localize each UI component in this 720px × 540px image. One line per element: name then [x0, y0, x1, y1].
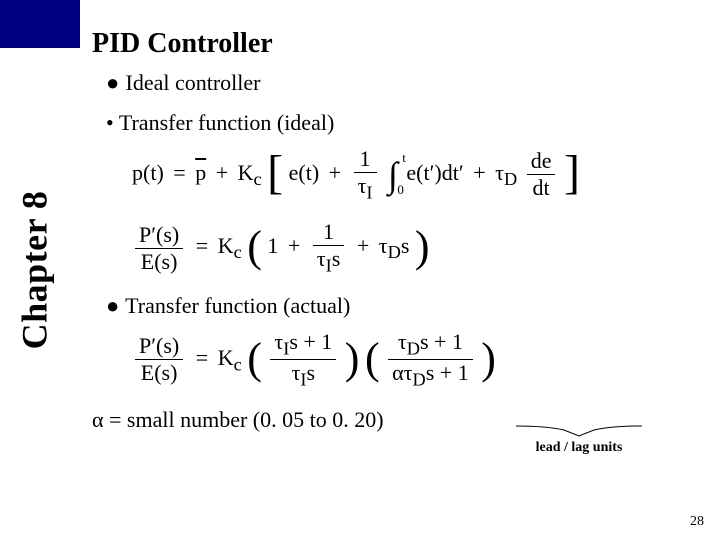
bullet-dot-icon: ● [106, 293, 120, 319]
eq2-s2: s [401, 233, 410, 258]
brace-icon [514, 424, 644, 438]
page-title: PID Controller [92, 28, 704, 60]
eq2-one: 1 [267, 233, 278, 258]
chapter-label: Chapter 8 [6, 160, 62, 380]
eq3-tauD1: τ [398, 329, 407, 354]
eq3-sp1: s + 1 [289, 329, 332, 354]
eq-tauD: τ [495, 160, 504, 185]
eq2-sub-D: D [388, 243, 401, 263]
eq3-Kc: K [218, 345, 234, 370]
eq2-Kc-sub: c [234, 243, 242, 263]
lead-lag-text: lead / lag units [514, 440, 644, 456]
left-bracket-icon: [ [267, 151, 283, 194]
eq3-frac2-num: τDs + 1 [388, 329, 473, 360]
eq2-Kc: K [218, 233, 234, 258]
bullet-transfer-ideal: • Transfer function (ideal) [106, 110, 704, 136]
eq3-sub-D1: D [407, 338, 420, 358]
left-paren-icon: ( [247, 228, 262, 265]
bullet-transfer-actual: ● Transfer function (actual) [106, 293, 704, 319]
eq3-frac2: τDs + 1 ατDs + 1 [388, 329, 473, 391]
right-paren2-icon: ) [345, 340, 360, 377]
eq2-frac-den: τIs [313, 246, 345, 276]
eq-Kc-sub: c [254, 169, 262, 189]
right-bracket-icon: ] [564, 151, 580, 194]
eq2-equals: = [196, 233, 208, 258]
eq2-tau: τ [317, 246, 326, 271]
left-paren3-icon: ( [365, 340, 380, 377]
eq3-frac1: τIs + 1 τIs [270, 329, 336, 391]
eq-lhs: p(t) [132, 160, 164, 185]
eq2-plus2: + [357, 233, 369, 258]
eq2-den: E(s) [135, 249, 183, 275]
eq-int-lower: 0 [397, 182, 404, 198]
eq2-num: P′(s) [135, 222, 183, 249]
eq-frac-1-tauI: 1 τI [354, 146, 377, 203]
eq-frac-de-dt: de dt [527, 148, 556, 201]
eq-equals: = [173, 160, 185, 185]
eq3-frac1-num: τIs + 1 [270, 329, 336, 360]
eq-et: e(t) [289, 160, 320, 185]
eq-sub-D: D [504, 169, 517, 189]
eq3-s: s [307, 360, 316, 385]
eq-int-upper: t [402, 150, 406, 166]
eq3-atau: ατ [392, 360, 412, 385]
eq2-tauD: τ [379, 233, 388, 258]
eq3-sp2: s + 1 [420, 329, 463, 354]
eq-den-tauI: τI [354, 173, 377, 203]
eq3-sp3: s + 1 [426, 360, 469, 385]
equation-tf-actual: P′(s) E(s) = Kc ( τIs + 1 τIs ) ( τDs + … [132, 329, 704, 391]
eq3-Kc-sub: c [234, 354, 242, 374]
eq-plus3: + [473, 160, 485, 185]
bullet-ideal: ● Ideal controller [106, 70, 704, 96]
equation-time-domain: p(t) = p + Kc [ e(t) + 1 τI ∫ t 0 e(t′)d… [132, 146, 704, 203]
slide: Chapter 8 PID Controller ● Ideal control… [0, 0, 720, 540]
eq-plus: + [216, 160, 228, 185]
eq2-lhs-frac: P′(s) E(s) [135, 222, 183, 275]
eq-de: de [527, 148, 556, 175]
bullet-ideal-text: Ideal controller [126, 70, 261, 95]
page-number: 28 [690, 514, 704, 530]
corner-accent [0, 0, 80, 48]
eq3-equals: = [196, 345, 208, 370]
bullet-transfer-actual-text: Transfer function (actual) [125, 293, 350, 318]
eq2-s: s [332, 246, 341, 271]
eq2-frac-tauIs: 1 τIs [313, 219, 345, 276]
right-paren3-icon: ) [481, 340, 496, 377]
bullet-dot-icon: • [106, 110, 114, 135]
eq-dt: dt [527, 175, 556, 201]
eq-num-1: 1 [354, 146, 377, 173]
bullet-transfer-ideal-text: Transfer function (ideal) [119, 110, 334, 135]
eq3-sub-D2: D [412, 370, 425, 390]
lead-lag-annotation: lead / lag units [514, 424, 644, 456]
left-paren2-icon: ( [247, 340, 262, 377]
eq-integrand: e(t′)dt′ [406, 160, 463, 185]
eq3-den: E(s) [135, 360, 183, 386]
equation-tf-ideal: P′(s) E(s) = Kc ( 1 + 1 τIs + τDs ) [132, 219, 704, 276]
eq-Kc: K [238, 160, 254, 185]
eq-plus2: + [329, 160, 341, 185]
chapter-text: Chapter 8 [13, 191, 55, 350]
bullet-dot-icon: ● [106, 70, 120, 96]
eq2-frac-num: 1 [313, 219, 345, 246]
eq3-frac2-den: ατDs + 1 [388, 360, 473, 390]
eq2-plus: + [288, 233, 300, 258]
eq3-lhs-frac: P′(s) E(s) [135, 333, 183, 386]
eq-sub-I: I [366, 182, 372, 202]
right-paren-icon: ) [415, 228, 430, 265]
eq3-tau1: τ [274, 329, 283, 354]
eq3-frac1-den: τIs [270, 360, 336, 390]
eq-pbar: p [195, 160, 206, 185]
integral-icon: ∫ t 0 [388, 154, 398, 196]
eq3-num: P′(s) [135, 333, 183, 360]
